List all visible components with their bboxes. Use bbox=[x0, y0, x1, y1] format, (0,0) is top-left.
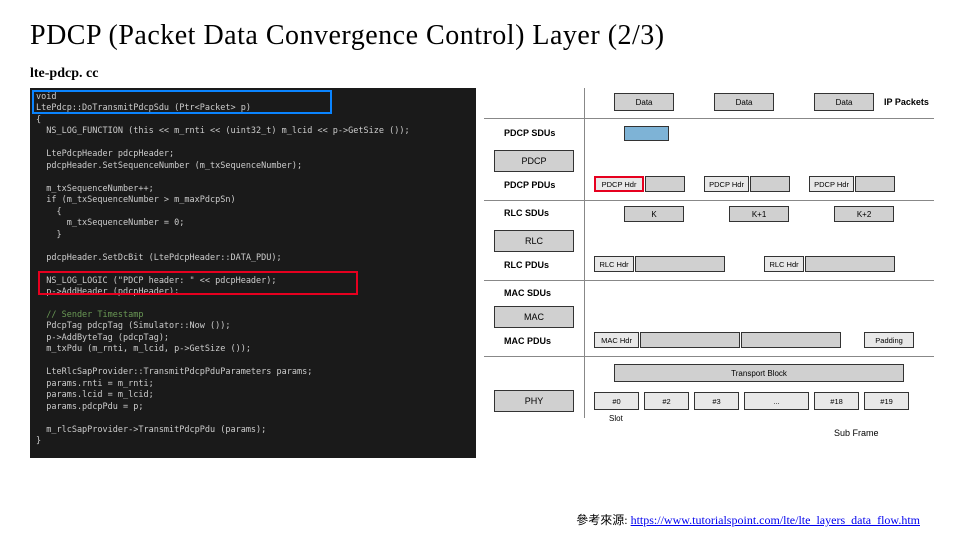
mac-sdus-label: MAC SDUs bbox=[504, 288, 551, 298]
pdcp-hdr: PDCP Hdr bbox=[809, 176, 854, 192]
pdcp-hdr: PDCP Hdr bbox=[704, 176, 749, 192]
pdcp-pdu bbox=[645, 176, 685, 192]
pdcp-pdu bbox=[750, 176, 790, 192]
mac-hdr: MAC Hdr bbox=[594, 332, 639, 348]
mac-pdus-label: MAC PDUs bbox=[504, 336, 551, 346]
pdcp-sdu-highlight bbox=[624, 126, 669, 141]
highlight-blue bbox=[32, 90, 332, 114]
data-box: Data bbox=[814, 93, 874, 111]
code-block: void LtePdcp::DoTransmitPdcpSdu (Ptr<Pac… bbox=[30, 88, 476, 458]
pdcp-pdus-label: PDCP PDUs bbox=[504, 180, 555, 190]
transport-block: Transport Block bbox=[614, 364, 904, 382]
footer: 參考來源: https://www.tutorialspoint.com/lte… bbox=[576, 511, 920, 528]
footer-label: 參考來源: bbox=[576, 513, 627, 527]
phy-layer: PHY bbox=[494, 390, 574, 412]
rlc-pdu bbox=[805, 256, 895, 272]
slot: #19 bbox=[864, 392, 909, 410]
ip-label: IP Packets bbox=[884, 97, 929, 107]
k2-box: K+2 bbox=[834, 206, 894, 222]
rlc-hdr: RLC Hdr bbox=[764, 256, 804, 272]
pdcp-pdu bbox=[855, 176, 895, 192]
pdcp-sdus-label: PDCP SDUs bbox=[504, 128, 555, 138]
code-pre: void LtePdcp::DoTransmitPdcpSdu (Ptr<Pac… bbox=[36, 92, 470, 448]
rlc-pdus-label: RLC PDUs bbox=[504, 260, 549, 270]
slot: #18 bbox=[814, 392, 859, 410]
data-box: Data bbox=[714, 93, 774, 111]
rlc-layer: RLC bbox=[494, 230, 574, 252]
slot: #2 bbox=[644, 392, 689, 410]
slot-label: Slot bbox=[609, 414, 623, 423]
code-filename: lte-pdcp. cc bbox=[30, 66, 930, 82]
slide-title: PDCP (Packet Data Convergence Control) L… bbox=[30, 20, 930, 52]
k-box: K bbox=[624, 206, 684, 222]
data-box: Data bbox=[614, 93, 674, 111]
slot: #3 bbox=[694, 392, 739, 410]
rlc-pdu bbox=[635, 256, 725, 272]
footer-link[interactable]: https://www.tutorialspoint.com/lte/lte_l… bbox=[631, 513, 920, 527]
subframe-label: Sub Frame bbox=[834, 428, 879, 438]
slot: #0 bbox=[594, 392, 639, 410]
padding: Padding bbox=[864, 332, 914, 348]
mac-pdu bbox=[640, 332, 740, 348]
mac-pdu bbox=[741, 332, 841, 348]
highlight-red bbox=[38, 271, 358, 295]
rlc-sdus-label: RLC SDUs bbox=[504, 208, 549, 218]
mac-layer: MAC bbox=[494, 306, 574, 328]
pdcp-layer: PDCP bbox=[494, 150, 574, 172]
slot-ellipsis: ... bbox=[744, 392, 809, 410]
pdcp-hdr-highlight: PDCP Hdr bbox=[594, 176, 644, 192]
rlc-hdr: RLC Hdr bbox=[594, 256, 634, 272]
k1-box: K+1 bbox=[729, 206, 789, 222]
layer-diagram: Data Data Data IP Packets PDCP SDUs PDCP… bbox=[484, 88, 930, 458]
